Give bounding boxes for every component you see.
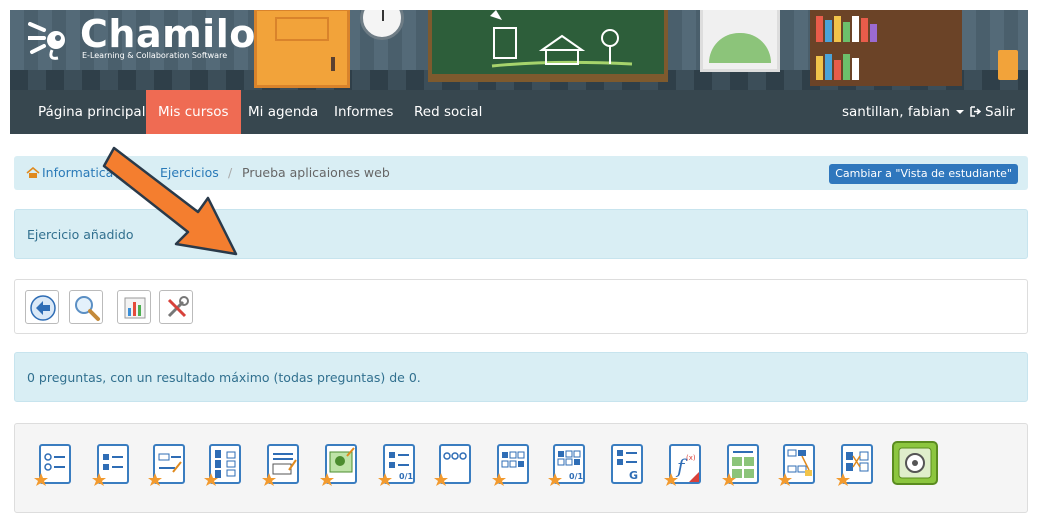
chalk-ledge bbox=[428, 76, 668, 82]
results-icon bbox=[124, 297, 146, 319]
question-bank-icon bbox=[892, 441, 938, 485]
user-name: santillan, fabian bbox=[842, 104, 950, 120]
add-unique-answer-button[interactable] bbox=[34, 444, 73, 486]
nav-agenda[interactable]: Mi agenda bbox=[236, 90, 330, 134]
global-multiple-icon: G bbox=[611, 444, 643, 484]
annotation-arrow bbox=[102, 146, 238, 256]
user-menu[interactable]: santillan, fabian bbox=[830, 90, 976, 134]
door-panel bbox=[275, 17, 329, 41]
nav-social[interactable]: Red social bbox=[402, 90, 494, 134]
exercise-toolbar bbox=[14, 279, 1028, 334]
add-combination-true-false-button[interactable]: 0/1 bbox=[548, 444, 587, 486]
wall-picture bbox=[700, 10, 780, 72]
nav-my-courses[interactable]: Mis cursos bbox=[146, 90, 241, 134]
brand-name: Chamilo bbox=[80, 12, 256, 56]
question-bank-button[interactable] bbox=[891, 441, 941, 486]
add-global-multiple-button[interactable]: G bbox=[609, 444, 645, 486]
new-star-icon bbox=[34, 473, 48, 486]
chalk-drawing bbox=[490, 10, 633, 68]
svg-text:0/1: 0/1 bbox=[569, 472, 583, 481]
new-star-icon bbox=[722, 473, 736, 486]
add-open-question-button[interactable] bbox=[262, 444, 301, 486]
add-fill-blanks-button[interactable] bbox=[148, 444, 187, 486]
new-star-icon bbox=[262, 473, 276, 486]
new-star-icon bbox=[434, 473, 448, 486]
new-star-icon bbox=[92, 473, 106, 486]
preview-icon bbox=[75, 296, 100, 321]
add-image-zones-button[interactable] bbox=[722, 444, 761, 486]
new-star-icon bbox=[204, 473, 218, 486]
chamilo-logo[interactable]: Chamilo E-Learning & Collaboration Softw… bbox=[28, 12, 255, 66]
new-star-icon bbox=[148, 473, 162, 486]
settings-button[interactable] bbox=[159, 290, 193, 324]
add-multiple-true-false-button[interactable] bbox=[492, 444, 531, 486]
questions-summary-alert: 0 preguntas, con un resultado máximo (to… bbox=[14, 352, 1028, 402]
new-star-icon bbox=[664, 473, 678, 486]
results-button[interactable] bbox=[117, 290, 151, 324]
new-star-icon bbox=[548, 473, 562, 486]
chamilo-mark-icon bbox=[28, 22, 65, 60]
logout-link[interactable]: Salir bbox=[958, 90, 1027, 134]
shelf-row bbox=[816, 12, 956, 42]
chalkboard-illustration bbox=[428, 10, 668, 82]
header-banner: Chamilo E-Learning & Collaboration Softw… bbox=[10, 10, 1028, 90]
new-star-icon bbox=[320, 473, 334, 486]
add-multiple-answer-button[interactable] bbox=[92, 444, 131, 486]
add-matching-button[interactable] bbox=[204, 444, 243, 486]
svg-text:(x): (x) bbox=[686, 454, 696, 462]
breadcrumb-current: Prueba aplicaiones web bbox=[242, 165, 390, 180]
add-combination-button[interactable]: 0/1 bbox=[378, 444, 417, 486]
summary-text: 0 preguntas, con un resultado máximo (to… bbox=[27, 370, 421, 385]
shelf-row bbox=[816, 50, 956, 80]
new-star-icon bbox=[492, 473, 506, 486]
add-unique-no-option-button[interactable] bbox=[434, 444, 473, 486]
nav-home[interactable]: Página principal bbox=[26, 90, 157, 134]
back-button[interactable] bbox=[25, 290, 59, 324]
new-star-icon bbox=[378, 473, 392, 486]
back-icon bbox=[30, 295, 56, 321]
settings-icon bbox=[167, 296, 189, 318]
logout-icon bbox=[970, 106, 982, 117]
question-types-panel: 0/1 0/1 G f (x) bbox=[14, 423, 1028, 513]
logout-label: Salir bbox=[985, 104, 1015, 120]
nav-reports[interactable]: Informes bbox=[322, 90, 405, 134]
svg-text:0/1: 0/1 bbox=[399, 472, 413, 481]
bookshelf-illustration bbox=[810, 10, 962, 86]
add-drag-and-drop-button[interactable] bbox=[778, 444, 817, 486]
door-knob bbox=[331, 57, 335, 71]
add-matching-draggable-button[interactable] bbox=[836, 444, 875, 486]
home-icon[interactable] bbox=[26, 167, 40, 179]
new-star-icon bbox=[778, 473, 792, 486]
svg-text:G: G bbox=[629, 469, 638, 482]
main-navbar: Página principal Mis cursos Mi agenda In… bbox=[10, 90, 1028, 134]
brand-tagline: E-Learning & Collaboration Software bbox=[82, 51, 228, 60]
plant-pot bbox=[998, 50, 1018, 80]
student-view-button[interactable]: Cambiar a "Vista de estudiante" bbox=[829, 164, 1018, 184]
preview-button[interactable] bbox=[69, 290, 103, 324]
door-illustration bbox=[254, 10, 350, 88]
picture-hill bbox=[709, 33, 771, 63]
add-calculated-answer-button[interactable]: f (x) bbox=[664, 444, 703, 486]
new-star-icon bbox=[836, 473, 850, 486]
add-hotspot-button[interactable] bbox=[320, 444, 359, 486]
